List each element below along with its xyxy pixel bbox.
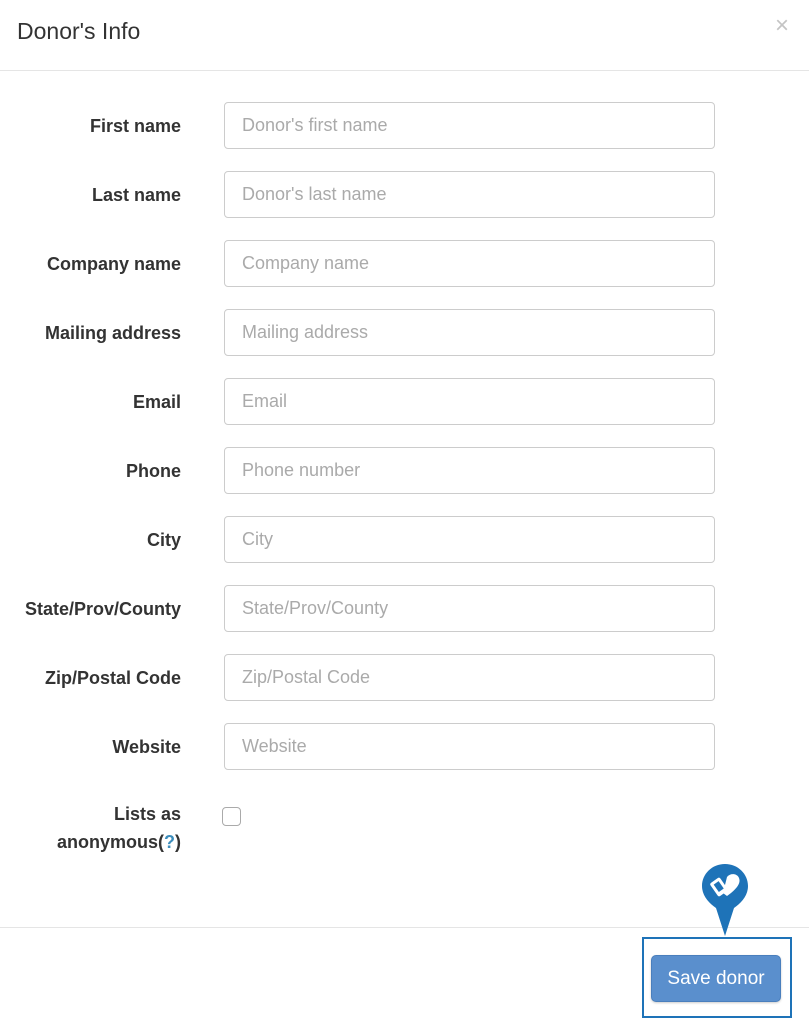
save-donor-button[interactable]: Save donor	[651, 955, 781, 1002]
website-label: Website	[112, 737, 181, 757]
company-name-label: Company name	[46, 254, 181, 274]
company-name-input[interactable]	[224, 240, 715, 287]
phone-input[interactable]	[224, 447, 715, 494]
form-row-email: Email	[0, 378, 809, 426]
anonymous-label-line2: anonymous(	[56, 832, 164, 852]
email-input[interactable]	[224, 378, 715, 425]
modal-footer-divider	[0, 927, 809, 928]
form-row-website: Website	[0, 723, 809, 771]
form-row-state: State/Prov/County	[0, 585, 809, 633]
close-icon[interactable]: ×	[775, 14, 789, 38]
anonymous-label-line1: Lists as	[113, 804, 181, 824]
zip-input[interactable]	[224, 654, 715, 701]
first-name-input[interactable]	[224, 102, 715, 149]
modal-title: Donor's Info	[17, 18, 141, 44]
form-row-last-name: Last name	[0, 171, 809, 219]
city-label: City	[146, 530, 181, 550]
mailing-address-label: Mailing address	[44, 323, 181, 343]
form-row-phone: Phone	[0, 447, 809, 495]
anonymous-label-end: )	[175, 832, 181, 852]
last-name-label: Last name	[91, 185, 181, 205]
phone-label: Phone	[125, 461, 181, 481]
anonymous-checkbox[interactable]	[222, 807, 241, 826]
form-row-zip: Zip/Postal Code	[0, 654, 809, 702]
mailing-address-input[interactable]	[224, 309, 715, 356]
form-row-company-name: Company name	[0, 240, 809, 288]
form-row-city: City	[0, 516, 809, 564]
zip-label: Zip/Postal Code	[44, 668, 181, 688]
anonymous-label: Lists as anonymous(?)	[57, 800, 181, 856]
state-label: State/Prov/County	[24, 599, 181, 619]
city-input[interactable]	[224, 516, 715, 563]
email-label: Email	[132, 392, 181, 412]
help-link[interactable]: ?	[164, 832, 175, 852]
modal-header: Donor's Info ×	[0, 0, 809, 71]
location-pin-heart-hand-icon	[702, 864, 748, 936]
form-row-first-name: First name	[0, 102, 809, 150]
form-row-mailing-address: Mailing address	[0, 309, 809, 357]
last-name-input[interactable]	[224, 171, 715, 218]
state-input[interactable]	[224, 585, 715, 632]
first-name-label: First name	[89, 116, 181, 136]
website-input[interactable]	[224, 723, 715, 770]
